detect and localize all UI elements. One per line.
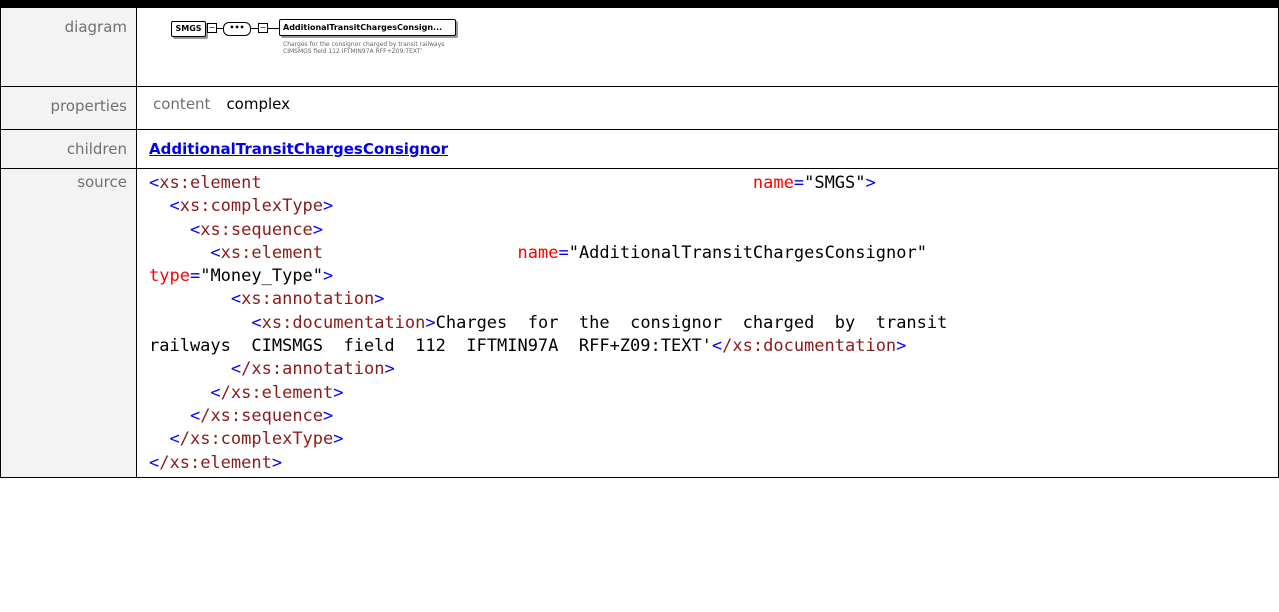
code-line-10: </xs:element> [210,382,344,403]
children-label-cell: children [0,129,137,169]
code-line-4: <xs:element name="AdditionalTransitCharg… [210,242,927,263]
properties-cell: content complex [136,86,1279,130]
code-line-9: </xs:annotation> [230,359,395,380]
code-line-3: <xs:sequence> [189,219,324,240]
code-line-1: <xs:element name="SMGS"> [149,173,876,193]
properties-label-cell: properties [0,86,137,130]
code-line-11: </xs:sequence> [189,405,334,426]
property-value: complex [226,95,291,113]
properties-row: properties content complex [0,86,1279,130]
connector-line [268,28,279,29]
source-code: <xs:element name="SMGS"> <xs:complexType… [149,169,1278,477]
collapse-icon[interactable]: − [207,23,217,33]
code-line-8: railways CIMSMGS field 112 IFTMIN97A RFF… [149,336,907,357]
diagram-element-smgs[interactable]: SMGS [171,21,206,37]
diagram-label: diagram [64,18,127,36]
attr-value: "SMGS" [804,173,866,193]
attr-value: "AdditionalTransitChargesConsignor" [568,242,927,263]
code-line-12: </xs:complexType> [169,429,344,450]
properties-content: content complex [149,87,1278,127]
diagram-cell: SMGS − ••• − AdditionalTransitChargesCon… [136,7,1279,87]
schema-diagram: SMGS − ••• − AdditionalTransitChargesCon… [149,8,1278,84]
doc-text: Charges for the consignor charged by tra… [435,312,948,333]
sequence-icon: ••• [223,22,251,36]
child-link[interactable]: AdditionalTransitChargesConsignor [149,140,448,158]
diagram-element-child[interactable]: AdditionalTransitChargesConsign... [279,19,456,36]
top-strip [0,0,1279,7]
attr-value: "Money_Type" [200,266,324,287]
source-cell: <xs:element name="SMGS"> <xs:complexType… [136,168,1279,478]
code-line-7: <xs:documentation>Charges for the consig… [251,312,948,333]
tag-close: /xs:annotation [241,359,385,380]
collapse-icon[interactable]: − [258,23,268,33]
code-line-2: <xs:complexType> [169,196,334,217]
doc-text: railways CIMSMGS field 112 IFTMIN97A RFF… [149,336,712,357]
attr-name: name [752,173,794,193]
source-label-cell: source [0,168,137,478]
attr-name: name [517,242,559,263]
source-label: source [77,173,127,191]
children-content: AdditionalTransitChargesConsignor [149,130,1278,167]
tag-name: xs:documentation [261,312,426,333]
tag-name: xs:element [220,242,324,263]
code-line-6: <xs:annotation> [230,289,385,310]
connector-line [251,28,258,29]
children-label: children [66,140,127,158]
tag-close: /xs:element [159,452,272,473]
diagram-label-cell: diagram [0,7,137,87]
documentation-table: diagram SMGS − ••• − AdditionalTransitCh… [0,7,1279,478]
diagram-annotation: Charges for the consignor charged by tra… [283,41,445,55]
properties-label: properties [50,97,127,115]
code-line-13: </xs:element> [149,452,283,473]
property-key: content [153,95,211,113]
children-cell: AdditionalTransitChargesConsignor [136,129,1279,169]
attr-name: type [149,266,190,287]
diagram-row: diagram SMGS − ••• − AdditionalTransitCh… [0,7,1279,87]
tag-name: xs:element [159,173,262,193]
tag-name: xs:sequence [200,219,313,240]
tag-close: /xs:element [220,382,334,403]
tag-close: /xs:documentation [722,336,897,357]
tag-name: xs:annotation [241,289,375,310]
code-line-5: type="Money_Type"> [149,266,334,287]
tag-close: /xs:complexType [179,429,334,450]
source-row: source <xs:element name="SMGS"> <xs:comp… [0,168,1279,478]
tag-name: xs:complexType [179,196,324,217]
children-row: children AdditionalTransitChargesConsign… [0,129,1279,169]
tag-close: /xs:sequence [200,405,324,426]
